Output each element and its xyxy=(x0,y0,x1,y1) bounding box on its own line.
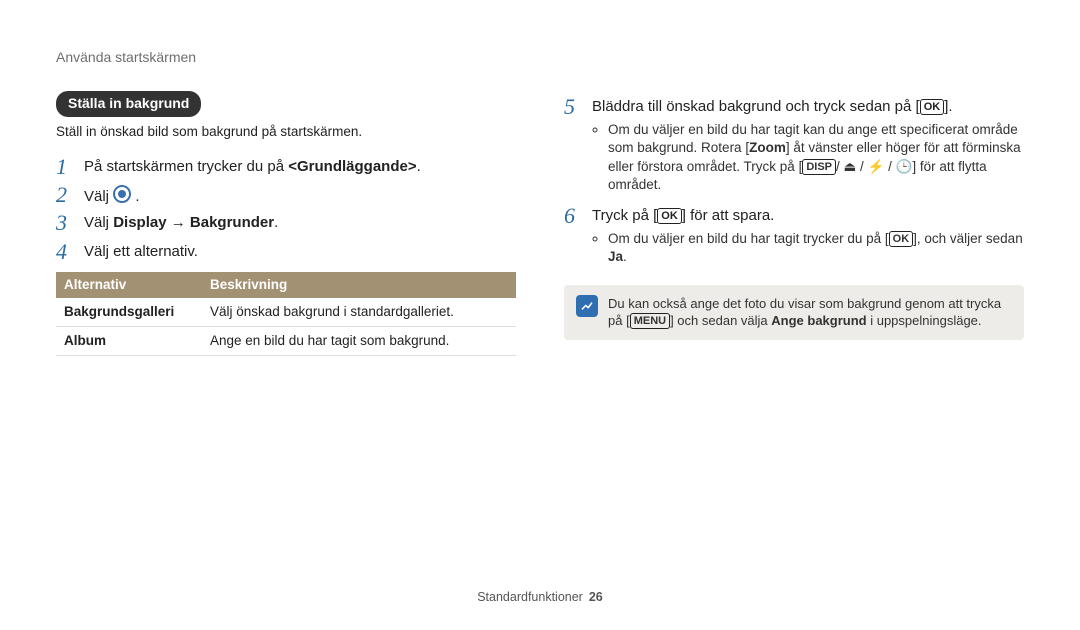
step-text: På startskärmen trycker du på xyxy=(84,158,288,175)
col-header-option: Alternativ xyxy=(56,272,202,298)
topic-pill: Ställa in bakgrund xyxy=(56,91,201,117)
option-name: Album xyxy=(56,327,202,356)
right-column: Bläddra till önskad bakgrund och tryck s… xyxy=(564,91,1024,571)
list-item: Om du väljer en bild du har tagit kan du… xyxy=(608,121,1024,194)
step-1: På startskärmen trycker du på <Grundlägg… xyxy=(56,155,516,179)
two-column-layout: Ställa in bakgrund Ställ in önskad bild … xyxy=(56,91,1024,571)
nav-glyphs: / ⏏ / ⚡ / 🕒 xyxy=(836,159,912,174)
option-desc: Välj önskad bakgrund i standardgalleriet… xyxy=(202,298,516,327)
options-table: Alternativ Beskrivning Bakgrundsgalleri … xyxy=(56,272,516,357)
option-desc: Ange en bild du har tagit som bakgrund. xyxy=(202,327,516,356)
ok-icon: OK xyxy=(920,99,945,115)
footer-label: Standardfunktioner xyxy=(477,590,583,604)
ok-icon: OK xyxy=(889,231,914,247)
page-footer: Standardfunktioner 26 xyxy=(56,571,1024,606)
step-5: Bläddra till önskad bakgrund och tryck s… xyxy=(564,95,1024,200)
menu-icon: MENU xyxy=(630,313,670,329)
step-5-sublist: Om du väljer en bild du har tagit kan du… xyxy=(592,121,1024,194)
intro-text: Ställ in önskad bild som bakgrund på sta… xyxy=(56,123,516,141)
right-step-list: Bläddra till önskad bakgrund och tryck s… xyxy=(564,95,1024,273)
step-3: Välj Display → Bakgrunder. xyxy=(56,211,516,235)
col-header-description: Beskrivning xyxy=(202,272,516,298)
note-text: Du kan också ange det foto du visar som … xyxy=(608,295,1012,330)
table-header-row: Alternativ Beskrivning xyxy=(56,272,516,298)
page-number: 26 xyxy=(589,590,603,604)
step-bold: <Grundläggande> xyxy=(288,158,416,175)
info-note: Du kan också ange det foto du visar som … xyxy=(564,285,1024,340)
info-icon xyxy=(576,295,598,317)
left-column: Ställa in bakgrund Ställ in önskad bild … xyxy=(56,91,516,571)
manual-page: Använda startskärmen Ställa in bakgrund … xyxy=(0,0,1080,630)
step-6: Tryck på [OK] för att spara. Om du välje… xyxy=(564,204,1024,273)
option-name: Bakgrundsgalleri xyxy=(56,298,202,327)
ok-icon: OK xyxy=(657,208,682,224)
step-6-sublist: Om du väljer en bild du har tagit trycke… xyxy=(592,230,1024,266)
page-section-title: Använda startskärmen xyxy=(56,48,1024,67)
left-step-list: På startskärmen trycker du på <Grundlägg… xyxy=(56,155,516,264)
step-text: Välj xyxy=(84,188,113,205)
list-item: Om du väljer en bild du har tagit trycke… xyxy=(608,230,1024,266)
table-row: Album Ange en bild du har tagit som bakg… xyxy=(56,327,516,356)
step-4: Välj ett alternativ. xyxy=(56,240,516,264)
table-row: Bakgrundsgalleri Välj önskad bakgrund i … xyxy=(56,298,516,327)
disp-icon: DISP xyxy=(802,159,836,175)
dial-icon xyxy=(113,185,131,203)
step-2: Välj . xyxy=(56,183,516,207)
